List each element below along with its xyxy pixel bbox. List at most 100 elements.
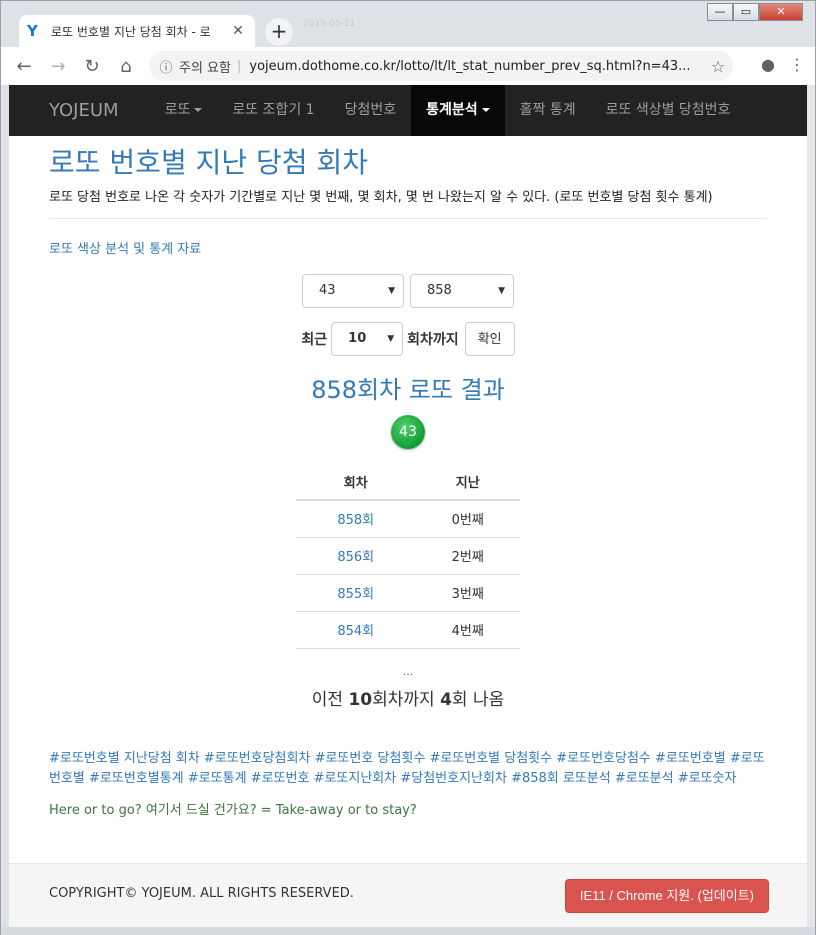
table-row: 854회 4번째 bbox=[296, 611, 520, 649]
address-bar[interactable]: ⓘ 주의 요함 | yojeum.dothome.co.kr/lotto/lt/… bbox=[149, 51, 733, 81]
hashtag[interactable]: #로또숫자 bbox=[678, 771, 737, 786]
nav-item-winning-numbers[interactable]: 당첨번호 bbox=[330, 85, 412, 136]
result-summary: 이전 10회차까지 4회 나옴 bbox=[49, 685, 767, 710]
column-header: 회차 bbox=[296, 464, 416, 501]
hashtag-list: #로또번호별 지난당첨 회차 #로또번호당첨회차 #로또번호 당첨횟수 #로또번… bbox=[49, 749, 767, 789]
lotto-ball: 43 bbox=[391, 415, 425, 449]
security-status: 주의 요함 bbox=[179, 60, 231, 76]
hashtag[interactable]: #로또지난회차 bbox=[314, 771, 397, 786]
menu-kebab-icon[interactable]: ⋮ bbox=[789, 55, 805, 74]
draw-history-table: 회차 지난 858회 0번째 856회 2번째 855회 3번째 854회 4번… bbox=[296, 464, 520, 649]
web-page: YOJEUM 로또 로또 조합기 1 당첨번호 통계분석 홀짝 통계 로또 색상… bbox=[9, 85, 807, 927]
select-arrow-icon: ▼ bbox=[387, 334, 395, 344]
nav-item-odd-even[interactable]: 홀짝 통계 bbox=[505, 85, 591, 136]
color-analysis-link[interactable]: 로또 색상 분석 및 통계 자료 bbox=[49, 238, 767, 257]
title-bar: Y 로또 번호별 지난 당첨 회차 - 로 ✕ + 2019-05-11 — ▭… bbox=[1, 1, 815, 47]
url-text[interactable]: yojeum.dothome.co.kr/lotto/lt/lt_stat_nu… bbox=[249, 59, 703, 74]
select-arrow-icon: ▼ bbox=[388, 286, 395, 296]
site-navbar: YOJEUM 로또 로또 조합기 1 당첨번호 통계분석 홀짝 통계 로또 색상… bbox=[9, 85, 807, 136]
scrollbar-track[interactable] bbox=[807, 85, 815, 927]
hashtag[interactable]: #로또번호별 지난당첨 회차 bbox=[49, 751, 200, 766]
draw-link[interactable]: 855회 bbox=[296, 574, 416, 612]
summary-mid: 회차까지 bbox=[372, 689, 441, 710]
tab-title: 로또 번호별 지난 당첨 회차 - 로 bbox=[51, 24, 211, 39]
browser-toolbar: ← → ↻ ⌂ ⓘ 주의 요함 | yojeum.dothome.co.kr/l… bbox=[1, 47, 815, 85]
summary-count: 10 bbox=[348, 689, 373, 710]
number-select[interactable]: 43 ▼ bbox=[302, 274, 404, 308]
draw-link[interactable]: 858회 bbox=[296, 500, 416, 538]
tagline: Here or to go? 여기서 드실 건가요? = Take-away o… bbox=[49, 802, 417, 818]
draws-ago: 2번째 bbox=[415, 537, 520, 575]
window-bottom-border bbox=[1, 927, 815, 935]
nav-item-label: 통계분석 bbox=[426, 102, 478, 118]
home-icon[interactable]: ⌂ bbox=[109, 56, 143, 77]
yojeum-favicon-icon: Y bbox=[27, 22, 38, 40]
table-row: 856회 2번째 bbox=[296, 537, 520, 575]
until-label: 회차까지 bbox=[407, 332, 459, 348]
bookmark-star-icon[interactable]: ☆ bbox=[703, 57, 733, 76]
page-description: 로또 당첨 번호로 나온 각 숫자가 기간별로 지난 몇 번째, 몇 회차, 몇… bbox=[49, 188, 767, 219]
nav-item-statistics[interactable]: 통계분석 bbox=[411, 85, 505, 136]
copyright-text: COPYRIGHT© YOJEUM. ALL RIGHTS RESERVED. bbox=[49, 886, 354, 901]
recent-range-row: 최근 10 ▼ 회차까지 확인 bbox=[49, 322, 767, 356]
timestamp: 2019-05-11 bbox=[303, 19, 356, 29]
nav-item-lotto[interactable]: 로또 bbox=[150, 85, 218, 136]
maximize-button[interactable]: ▭ bbox=[733, 3, 759, 21]
hashtag[interactable]: #로또번호 bbox=[251, 771, 310, 786]
result-title: 858회차 로또 결과 bbox=[311, 376, 505, 404]
account-icon[interactable]: ● bbox=[761, 55, 775, 74]
hashtag[interactable]: #로또분석 bbox=[615, 771, 674, 786]
recent-label: 최근 bbox=[301, 332, 328, 348]
toolbar-right: ● ⋮ bbox=[761, 55, 805, 74]
site-footer: COPYRIGHT© YOJEUM. ALL RIGHTS RESERVED. … bbox=[9, 863, 807, 927]
caret-down-icon bbox=[481, 108, 490, 112]
draw-link[interactable]: 854회 bbox=[296, 611, 416, 649]
table-header-row: 회차 지난 bbox=[296, 464, 520, 501]
draw-select-value: 858 bbox=[427, 283, 452, 298]
draws-ago: 3번째 bbox=[415, 574, 520, 612]
number-select-value: 43 bbox=[319, 283, 336, 298]
brand-logo[interactable]: YOJEUM bbox=[9, 100, 134, 121]
column-header: 지난 bbox=[415, 464, 520, 501]
hashtag[interactable]: #당첨번호지난회차 bbox=[400, 771, 507, 786]
hashtag[interactable]: #로또번호별 bbox=[655, 751, 726, 766]
hashtag[interactable]: #858회 로또분석 bbox=[511, 771, 611, 786]
back-icon[interactable]: ← bbox=[7, 56, 41, 77]
window-controls: — ▭ ✕ bbox=[707, 3, 803, 21]
ellipsis: ... bbox=[402, 664, 414, 678]
draw-link[interactable]: 856회 bbox=[296, 537, 416, 575]
info-icon[interactable]: ⓘ bbox=[153, 57, 179, 76]
update-button[interactable]: IE11 / Chrome 지원. (업데이트) bbox=[564, 879, 769, 913]
hashtag[interactable]: #로또번호 당첨횟수 bbox=[315, 751, 426, 766]
nav-item-label: 로또 bbox=[164, 102, 191, 118]
nav-item-generator[interactable]: 로또 조합기 1 bbox=[217, 85, 329, 136]
summary-hits: 4 bbox=[440, 689, 452, 710]
table-row: 855회 3번째 bbox=[296, 574, 520, 612]
summary-prefix: 이전 bbox=[311, 689, 349, 710]
omnibox-divider: | bbox=[236, 58, 242, 74]
hashtag[interactable]: #로또번호별통계 bbox=[89, 771, 184, 786]
hashtag[interactable]: #로또번호당첨수 bbox=[556, 751, 651, 766]
minimize-button[interactable]: — bbox=[707, 3, 733, 21]
hashtag[interactable]: #로또번호당첨회차 bbox=[204, 751, 311, 766]
browser-tab[interactable]: Y 로또 번호별 지난 당첨 회차 - 로 ✕ bbox=[19, 15, 255, 47]
confirm-button[interactable]: 확인 bbox=[464, 322, 515, 356]
content: 로또 번호별 지난 당첨 회차 로또 당첨 번호로 나온 각 숫자가 기간별로 … bbox=[9, 144, 807, 818]
selector-row: 43 ▼ 858 ▼ bbox=[49, 274, 767, 308]
hashtag[interactable]: #로또통계 bbox=[188, 771, 247, 786]
recent-count-select[interactable]: 10 ▼ bbox=[331, 322, 404, 356]
nav-item-color-numbers[interactable]: 로또 색상별 당첨번호 bbox=[591, 85, 746, 136]
reload-icon[interactable]: ↻ bbox=[75, 56, 109, 77]
tab-close-icon[interactable]: ✕ bbox=[229, 23, 247, 39]
page-title: 로또 번호별 지난 당첨 회차 bbox=[49, 146, 368, 179]
new-tab-button[interactable]: + bbox=[265, 18, 293, 46]
forward-icon[interactable]: → bbox=[41, 56, 75, 77]
draws-ago: 4번째 bbox=[415, 611, 520, 649]
select-arrow-icon: ▼ bbox=[498, 286, 505, 296]
recent-count-value: 10 bbox=[348, 331, 367, 346]
window-close-button[interactable]: ✕ bbox=[759, 3, 803, 21]
caret-down-icon bbox=[194, 108, 203, 112]
hashtag[interactable]: #로또번호별 당첨횟수 bbox=[429, 751, 552, 766]
ball-wrap: 43 bbox=[49, 415, 767, 449]
draw-select[interactable]: 858 ▼ bbox=[410, 274, 514, 308]
